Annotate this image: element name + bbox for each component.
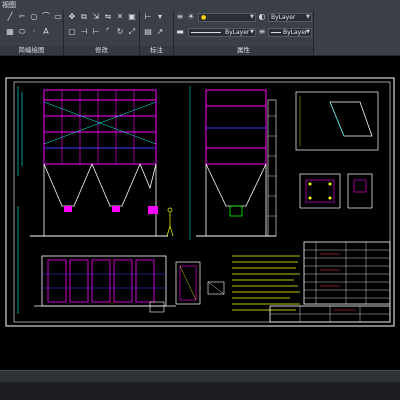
panel-draw: ╱ ⌐ ○ ⌒ ▭ ▦ ⬭ · A 简编绘图 — [0, 10, 64, 55]
left-side-notes — [17, 86, 23, 314]
lineweight-value: ByLayer — [283, 29, 308, 36]
lineweight-preview — [271, 32, 281, 33]
chevron-down-icon: ▼ — [250, 14, 254, 20]
dimension-dropdown-icon[interactable]: ▾ — [156, 13, 164, 21]
point-icon[interactable]: · — [30, 28, 38, 36]
chevron-down-icon: ▼ — [306, 14, 310, 20]
stretch-icon[interactable]: ⇲ — [92, 13, 100, 21]
front-elevation-view — [30, 89, 174, 237]
linetype-preview — [191, 32, 221, 33]
plan-view — [34, 255, 176, 313]
detail-view-center — [175, 261, 225, 305]
chevron-down-icon: ▼ — [306, 29, 310, 35]
parts-list-table — [303, 241, 391, 305]
layer-dropdown[interactable]: ● ▼ — [198, 13, 256, 22]
chevron-down-icon: ▼ — [250, 29, 254, 35]
color-wheel-icon[interactable]: ◐ — [258, 13, 266, 21]
layer-lightbulb-icon: ● — [201, 14, 207, 21]
lineweight-dropdown[interactable]: ByLayer ▼ — [268, 28, 312, 37]
color-value: ByLayer — [271, 14, 296, 21]
extend-icon[interactable]: ⊢ — [92, 28, 100, 36]
leader-icon[interactable]: ↗ — [156, 28, 164, 36]
line-icon[interactable]: ╱ — [6, 13, 14, 21]
layer-state-icon[interactable]: ☀ — [187, 13, 195, 21]
drawing-canvas[interactable] — [0, 56, 400, 370]
offset-icon[interactable]: ▢ — [68, 28, 76, 36]
linetype-dropdown[interactable]: ByLayer ▼ — [188, 28, 256, 37]
array-icon[interactable]: ▣ — [128, 13, 136, 21]
hatch-icon[interactable]: ▦ — [6, 28, 14, 36]
ellipse-icon[interactable]: ⬭ — [18, 28, 26, 36]
trim-icon[interactable]: ⊣ — [80, 28, 88, 36]
rectangle-icon[interactable]: ▭ — [54, 13, 62, 21]
arc-icon[interactable]: ⌒ — [42, 13, 50, 21]
lineweight-icon[interactable]: ≡ — [258, 28, 266, 36]
scale-icon[interactable]: ⤢ — [128, 28, 136, 36]
linear-dimension-icon[interactable]: ⊢ — [144, 13, 152, 21]
panel-draw-label: 简编绘图 — [18, 46, 45, 54]
text-icon[interactable]: A — [42, 28, 50, 36]
panel-properties: ≡ ☀ ● ▼ ◐ ByLayer ▼ ▬ ByLayer ▼ ≡ ByLaye… — [174, 10, 314, 55]
polyline-icon[interactable]: ⌐ — [18, 13, 26, 21]
panel-modify: ✥ ⧉ ⇲ ⇋ ✕ ▣ ▢ ⊣ ⊢ ⌜ ↻ ⤢ 修改 — [64, 10, 140, 55]
cad-drawing — [5, 77, 395, 327]
technical-notes — [232, 255, 300, 311]
copy-icon[interactable]: ⧉ — [80, 13, 88, 21]
panel-modify-label: 修改 — [95, 46, 108, 54]
fillet-icon[interactable]: ⌜ — [104, 28, 112, 36]
window-title: 视图 — [2, 1, 16, 9]
panel-annotation-label: 标注 — [150, 46, 163, 54]
panel-annotation: ⊢ ▾ ▤ ↗ 标注 — [140, 10, 174, 55]
delete-icon[interactable]: ✕ — [116, 13, 124, 21]
side-elevation-view — [189, 86, 277, 240]
table-icon[interactable]: ▤ — [144, 28, 152, 36]
rotate-icon[interactable]: ↻ — [116, 28, 124, 36]
window-title-bar: 视图 — [0, 0, 400, 10]
panel-properties-label: 属性 — [237, 46, 250, 54]
detail-view-top-right — [295, 91, 379, 209]
move-icon[interactable]: ✥ — [68, 13, 76, 21]
match-properties-icon[interactable]: ▬ — [176, 28, 184, 36]
linetype-value: ByLayer — [225, 29, 250, 36]
ribbon: ╱ ⌐ ○ ⌒ ▭ ▦ ⬭ · A 简编绘图 ✥ ⧉ ⇲ ⇋ ✕ ▣ ▢ ⊣ ⊢… — [0, 10, 400, 56]
command-area[interactable] — [0, 382, 400, 400]
color-dropdown[interactable]: ByLayer ▼ — [268, 13, 312, 22]
title-block — [269, 305, 391, 323]
mirror-icon[interactable]: ⇋ — [104, 13, 112, 21]
circle-icon[interactable]: ○ — [30, 13, 38, 21]
layer-properties-icon[interactable]: ≡ — [176, 13, 184, 21]
